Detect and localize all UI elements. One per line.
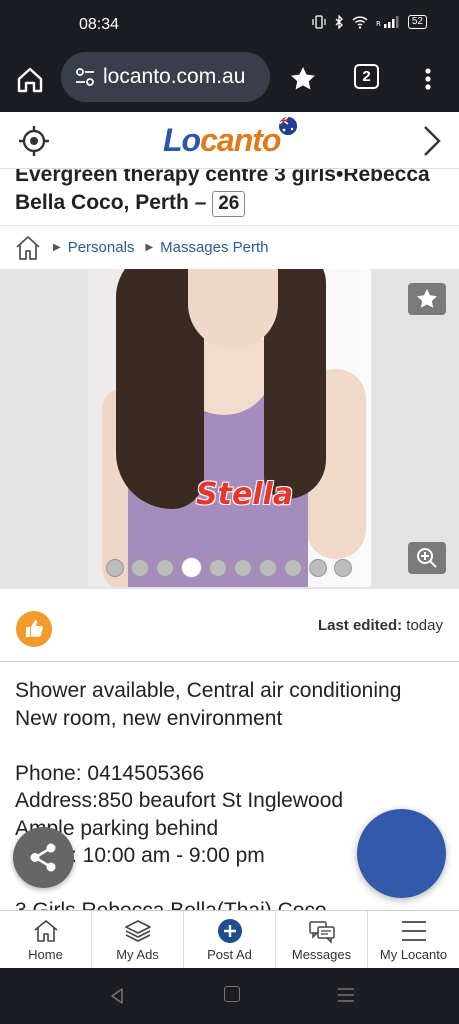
pagination-dot[interactable] <box>209 558 227 577</box>
pagination-dot[interactable] <box>259 558 277 577</box>
plus-circle-icon <box>217 919 242 943</box>
listing-title: Evergreen therapy centre 3 girls•Rebecca… <box>15 169 445 217</box>
listing-title-area: Evergreen therapy centre 3 girls•Rebecca… <box>0 169 459 226</box>
pagination-dot[interactable] <box>234 558 252 577</box>
logo-lo: Lo <box>163 122 201 158</box>
last-edited: Last edited: today <box>318 617 443 634</box>
star-icon <box>417 289 437 308</box>
svg-text:R: R <box>376 20 381 28</box>
listing-meta-row: Last edited: today <box>0 589 459 662</box>
breadcrumb: ▶ Personals ▶ Massages Perth <box>0 226 459 269</box>
home-icon <box>33 920 58 942</box>
back-icon[interactable] <box>108 986 126 1006</box>
floating-action-button[interactable] <box>357 809 446 898</box>
wifi-icon <box>352 15 368 29</box>
last-edited-label: Last edited: <box>317 617 403 634</box>
favorite-button[interactable] <box>408 283 446 315</box>
site-header: Lo canto <box>0 112 459 169</box>
zoom-button[interactable] <box>408 542 446 574</box>
breadcrumb-arrow-icon: ▶ <box>53 242 61 253</box>
nav-home-label: Home <box>28 947 63 962</box>
nav-my-locanto-label: My Locanto <box>379 947 448 962</box>
pagination-dot[interactable] <box>334 558 352 577</box>
tab-switcher-button[interactable]: 2 <box>354 64 379 89</box>
bottom-navigation: Home My Ads Post Ad Messages My Locanto <box>0 910 459 968</box>
menu-icon <box>401 921 426 941</box>
site-settings-icon[interactable] <box>74 66 96 88</box>
browser-toolbar: locanto.com.au 2 <box>0 48 459 112</box>
photo-pagination-dots <box>106 557 352 578</box>
breadcrumb-arrow-icon: ▶ <box>145 242 154 253</box>
status-bar: 08:34 R 52 <box>0 0 459 48</box>
pagination-dot[interactable] <box>309 558 327 577</box>
zoom-in-icon <box>417 548 437 568</box>
photo-gallery[interactable]: Stella <box>0 269 459 589</box>
nav-home[interactable]: Home <box>0 911 92 968</box>
locanto-logo[interactable]: Lo canto <box>163 122 281 162</box>
pagination-dot[interactable] <box>131 558 149 577</box>
pagination-dot[interactable] <box>156 558 174 577</box>
listing-photo[interactable]: Stella <box>88 269 371 587</box>
like-button[interactable] <box>16 611 52 647</box>
home-square-icon[interactable] <box>224 986 240 1002</box>
breadcrumb-personals[interactable]: Personals <box>68 239 135 256</box>
nav-messages[interactable]: Messages <box>276 911 368 968</box>
breadcrumb-massages-perth[interactable]: Massages Perth <box>160 239 268 256</box>
nav-my-ads-label: My Ads <box>116 947 159 962</box>
last-edited-value: today <box>406 617 443 634</box>
chevron-right-icon[interactable] <box>420 124 444 158</box>
photo-caption: Stella <box>196 477 294 512</box>
browser-home-icon[interactable] <box>14 64 46 96</box>
more-vert-icon[interactable] <box>418 64 438 94</box>
status-time: 08:34 <box>79 16 120 33</box>
share-button[interactable] <box>13 827 74 888</box>
australia-flag-icon <box>279 117 297 135</box>
recents-icon[interactable] <box>337 986 355 1004</box>
nav-my-locanto[interactable]: My Locanto <box>368 911 459 968</box>
thumbs-up-icon <box>26 620 43 637</box>
bookmark-star-icon[interactable] <box>288 64 318 94</box>
signal-icon: R <box>376 16 399 28</box>
logo-canto: canto <box>200 122 281 158</box>
battery-icon: 52 <box>407 15 427 29</box>
bluetooth-icon <box>335 15 343 29</box>
nav-my-ads[interactable]: My Ads <box>92 911 184 968</box>
location-target-icon[interactable] <box>17 124 51 158</box>
stack-icon <box>124 920 151 942</box>
breadcrumb-home-icon[interactable] <box>14 234 42 262</box>
vibrate-icon <box>312 15 326 29</box>
chat-icon <box>308 921 335 944</box>
nav-post-ad[interactable]: Post Ad <box>184 911 276 968</box>
pagination-dot[interactable] <box>181 557 202 578</box>
pagination-dot[interactable] <box>284 558 302 577</box>
url-text[interactable]: locanto.com.au <box>103 65 245 89</box>
nav-post-ad-label: Post Ad <box>207 947 252 962</box>
age-badge: 26 <box>212 191 246 217</box>
address-bar[interactable]: locanto.com.au <box>61 52 270 102</box>
nav-messages-label: Messages <box>291 947 352 962</box>
system-navigation-bar <box>0 968 459 1024</box>
status-icons: R 52 <box>312 15 427 29</box>
pagination-dot[interactable] <box>106 558 124 577</box>
share-icon <box>30 843 56 872</box>
